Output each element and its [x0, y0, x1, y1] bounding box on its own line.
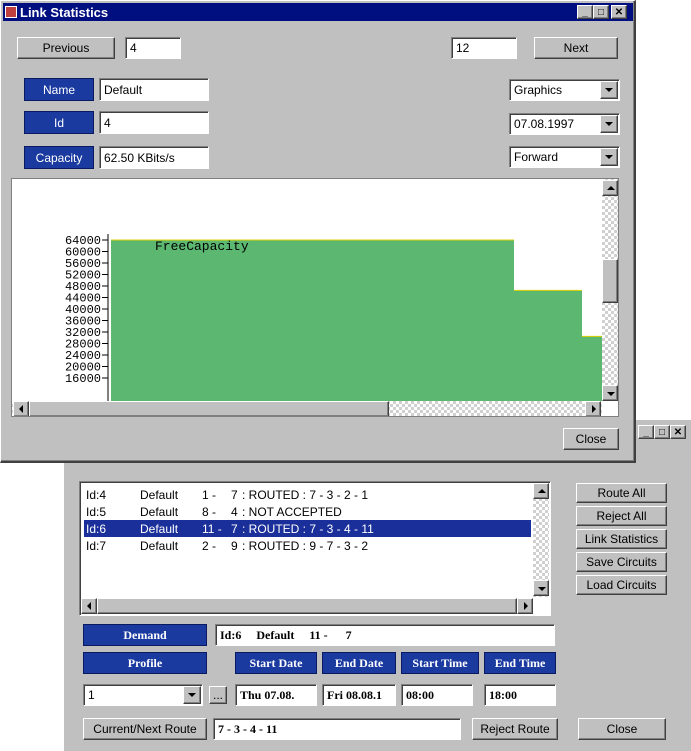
route-list[interactable]: Id:4 Default 1 -7: ROUTED : 7 - 3 - 2 - 1I… [79, 481, 551, 616]
reject-all-button[interactable]: Reject All [576, 506, 667, 526]
start-time-label: Start Time [401, 652, 479, 674]
name-label: Name [24, 78, 94, 101]
end-time-label: End Time [484, 652, 556, 674]
route-status: : NOT ACCEPTED [242, 504, 342, 519]
demand-label: Demand [83, 624, 207, 646]
end-time-field[interactable]: 18:00 [484, 684, 556, 706]
series-label: FreeCapacity [155, 239, 249, 254]
hscroll-thumb[interactable] [97, 598, 517, 614]
chevron-down-icon[interactable] [600, 148, 618, 166]
route-from: 8 - [202, 504, 217, 519]
chevron-down-icon[interactable] [600, 115, 618, 133]
route-name: Default [140, 538, 179, 553]
route-name: Default [140, 521, 179, 536]
scroll-left-button[interactable] [81, 598, 97, 614]
area-segment [582, 336, 602, 401]
route-to: 4 [231, 504, 238, 519]
scroll-right-button[interactable] [517, 598, 533, 614]
total-field: 12 [451, 37, 517, 59]
route-from: 11 - [202, 521, 222, 536]
area-segment [111, 240, 380, 401]
id-field[interactable]: 4 [99, 111, 209, 134]
direction-select-value: Forward [514, 150, 559, 164]
profile-select[interactable]: 1 [83, 684, 203, 706]
date-select[interactable]: 07.08.1997 [509, 113, 620, 135]
demand-field[interactable]: Id:6 Default 11 - 7 [215, 624, 555, 646]
start-date-field[interactable]: Thu 07.08. [235, 684, 317, 706]
close-button[interactable]: Close [578, 718, 666, 740]
end-date-label: End Date [322, 652, 396, 674]
previous-button[interactable]: Previous [17, 37, 115, 59]
chart-scroll-left-button[interactable] [13, 401, 29, 416]
app-icon [5, 6, 17, 18]
minimize-button[interactable]: _ [577, 5, 593, 19]
route-status: : ROUTED : 7 - 3 - 4 - 11 [242, 521, 374, 536]
chart-hscroll-thumb[interactable] [29, 401, 389, 416]
capacity-label: Capacity [24, 146, 94, 169]
circuits-window: _ □ ✕ Id:4 Default 1 - 7 : ROUTED : 7 - 3 - … [64, 420, 691, 751]
route-id: Id:4 [86, 487, 107, 502]
area-segment [514, 290, 582, 401]
graphics-select-value: Graphics [514, 83, 563, 97]
start-date-label: Start Date [235, 652, 317, 674]
window-title: Link Statistics [20, 4, 109, 20]
start-time-field[interactable]: 08:00 [401, 684, 473, 706]
save-circuits-button[interactable]: Save Circuits [576, 552, 667, 572]
route-all-button[interactable]: Route All [576, 483, 667, 503]
link-statistics-window: Link Statistics _ □ ✕ Previous 4 12 Next… [0, 0, 636, 463]
next-button[interactable]: Next [534, 37, 618, 59]
chart-scroll-up-button[interactable] [602, 180, 618, 196]
route-status: : ROUTED : 9 - 7 - 3 - 2 [242, 538, 369, 553]
reject-route-button[interactable]: Reject Route [472, 718, 558, 740]
current-route-field[interactable]: 7 - 3 - 4 - 11 [213, 718, 461, 740]
profile-label: Profile [83, 652, 207, 674]
route-id: Id:6 [86, 521, 107, 536]
route-from: 2 - [202, 538, 217, 553]
route-to: 7 [231, 521, 238, 536]
graphics-select[interactable]: Graphics [509, 79, 620, 101]
route-name: Default [140, 504, 179, 519]
scroll-down-button[interactable] [533, 580, 549, 596]
chevron-down-icon[interactable] [183, 686, 201, 704]
title-bar: Link Statistics _ □ ✕ [3, 3, 633, 21]
chart-vscroll-thumb[interactable] [602, 259, 618, 303]
free-capacity-chart: 6400060000560005200048000440004000036000… [65, 234, 602, 401]
list-item[interactable]: Id:7 Default 2 - 9 : ROUTED : 9 - 7 - 3 - 2 [84, 537, 531, 554]
area-segment [380, 240, 514, 401]
direction-select[interactable]: Forward [509, 146, 620, 168]
route-id: Id:5 [86, 504, 107, 519]
link-statistics-button[interactable]: Link Statistics [576, 529, 667, 549]
current-index-field[interactable]: 4 [125, 37, 181, 59]
load-circuits-button[interactable]: Load Circuits [576, 575, 667, 595]
chart-scroll-down-button[interactable] [602, 385, 618, 401]
current-next-route-button[interactable]: Current/Next Route [83, 718, 207, 740]
route-to: 9 [231, 538, 238, 553]
end-date-field[interactable]: Fri 08.08.1 [322, 684, 396, 706]
id-label: Id [24, 111, 94, 134]
date-select-value: 07.08.1997 [514, 117, 575, 131]
route-to: 7 [231, 487, 238, 502]
maximize-button[interactable]: □ [654, 425, 670, 439]
capacity-field[interactable]: 62.50 KBits/s [99, 146, 209, 169]
chevron-down-icon[interactable] [600, 81, 618, 99]
list-item[interactable]: Id:6 Default 11 - 7 : ROUTED : 7 - 3 - 4 - 1… [84, 520, 531, 537]
route-name: Default [140, 487, 179, 502]
maximize-button[interactable]: □ [593, 5, 609, 19]
chart-scroll-right-button[interactable] [585, 401, 601, 416]
y-tick-label: 16000 [65, 372, 101, 386]
chart-panel: 64000 60000 56000 52000 48000 44000 40000 36000… [11, 178, 619, 417]
close-window-button[interactable]: ✕ [611, 5, 627, 19]
route-status: : ROUTED : 7 - 3 - 2 - 1 [242, 487, 369, 502]
list-item[interactable]: Id:4 Default 1 - 7 : ROUTED : 7 - 3 - 2 - 1 [84, 486, 531, 503]
route-id: Id:7 [86, 538, 107, 553]
profile-select-value: 1 [88, 688, 95, 702]
name-field[interactable]: Default [99, 78, 209, 101]
profile-browse-button[interactable]: ... [209, 686, 227, 704]
route-from: 1 - [202, 487, 217, 502]
list-item[interactable]: Id:5 Default 8 - 4 : NOT ACCEPTED [84, 503, 531, 520]
minimize-button[interactable]: _ [638, 425, 654, 439]
close-window-button[interactable]: ✕ [670, 425, 686, 439]
close-button[interactable]: Close [563, 428, 619, 450]
scroll-up-button[interactable] [533, 483, 549, 499]
